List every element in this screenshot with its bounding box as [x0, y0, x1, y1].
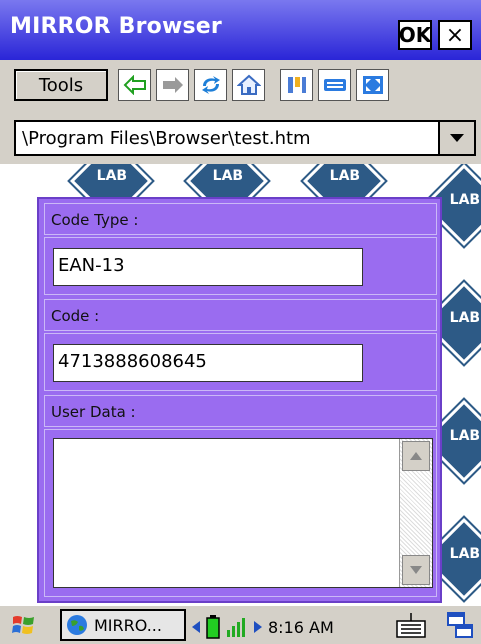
back-button[interactable] — [118, 69, 151, 101]
system-tray: 8:16 AM — [192, 615, 334, 639]
ok-button[interactable]: OK — [398, 20, 432, 50]
chevron-down-icon — [450, 134, 464, 142]
code-input[interactable]: 4713888608645 — [53, 344, 363, 382]
user-data-row — [44, 429, 437, 597]
logo-text: LAB — [96, 168, 128, 185]
down-arrow-icon — [410, 566, 422, 574]
settings-button[interactable] — [280, 69, 313, 101]
left-arrow-icon[interactable] — [192, 621, 200, 633]
address-input[interactable]: \Program Files\Browser\test.htm — [14, 120, 476, 156]
address-text: \Program Files\Browser\test.htm — [22, 128, 311, 149]
settings-icon — [287, 77, 306, 93]
logo-text: LAB — [449, 428, 481, 445]
globe-icon — [67, 615, 87, 635]
battery-icon[interactable] — [206, 615, 220, 639]
keyboard-icon — [396, 613, 426, 638]
user-data-label: User Data : — [44, 395, 437, 427]
address-bar: \Program Files\Browser\test.htm — [0, 108, 481, 164]
tools-button[interactable]: Tools — [14, 69, 108, 101]
start-button[interactable] — [8, 610, 40, 640]
input-panel-button[interactable] — [396, 611, 426, 639]
page-content: LAB LAB LAB LAB LAB LAB LAB Code Type : … — [0, 164, 481, 605]
toolbar: Tools — [0, 60, 481, 108]
back-icon — [123, 75, 146, 95]
task-switcher-button[interactable] — [446, 611, 474, 639]
user-data-textarea[interactable] — [53, 438, 433, 588]
right-arrow-icon[interactable] — [254, 621, 262, 633]
scrollbar[interactable] — [399, 439, 432, 587]
keyboard-button[interactable] — [318, 69, 351, 101]
task-mirror-browser[interactable]: MIRRO... — [60, 609, 186, 641]
forward-icon — [162, 77, 183, 93]
code-row: 4713888608645 — [44, 333, 437, 391]
windows-stack-icon — [447, 612, 473, 638]
windows-logo-icon — [12, 616, 34, 634]
logo-text: LAB — [212, 168, 244, 185]
address-dropdown-button[interactable] — [438, 122, 474, 154]
task-label: MIRRO... — [94, 615, 162, 635]
home-button[interactable] — [232, 69, 265, 101]
logo-text: LAB — [329, 168, 361, 185]
fullscreen-icon — [362, 76, 383, 94]
up-arrow-icon — [410, 452, 422, 460]
taskbar: MIRRO... 8:16 AM — [0, 605, 481, 644]
forward-button[interactable] — [156, 69, 189, 101]
window-title: MIRROR Browser — [10, 14, 222, 39]
code-label: Code : — [44, 299, 437, 331]
fullscreen-button[interactable] — [356, 69, 389, 101]
home-icon — [236, 74, 261, 95]
scroll-up-button[interactable] — [402, 441, 430, 471]
scroll-down-button[interactable] — [402, 555, 430, 585]
logo-text: LAB — [449, 192, 481, 209]
logo-text: LAB — [449, 546, 481, 563]
close-button[interactable]: × — [438, 20, 472, 50]
code-type-row: EAN-13 — [44, 237, 437, 295]
refresh-button[interactable] — [194, 69, 227, 101]
barcode-form-panel: Code Type : EAN-13 Code : 4713888608645 … — [37, 197, 442, 603]
title-bar: MIRROR Browser OK × — [0, 0, 481, 60]
keyboard-icon — [323, 79, 346, 91]
clock[interactable]: 8:16 AM — [268, 618, 334, 637]
refresh-icon — [201, 76, 220, 94]
signal-icon[interactable] — [226, 616, 248, 638]
logo-text: LAB — [449, 310, 481, 327]
code-type-label: Code Type : — [44, 203, 437, 235]
code-type-input[interactable]: EAN-13 — [53, 248, 363, 286]
